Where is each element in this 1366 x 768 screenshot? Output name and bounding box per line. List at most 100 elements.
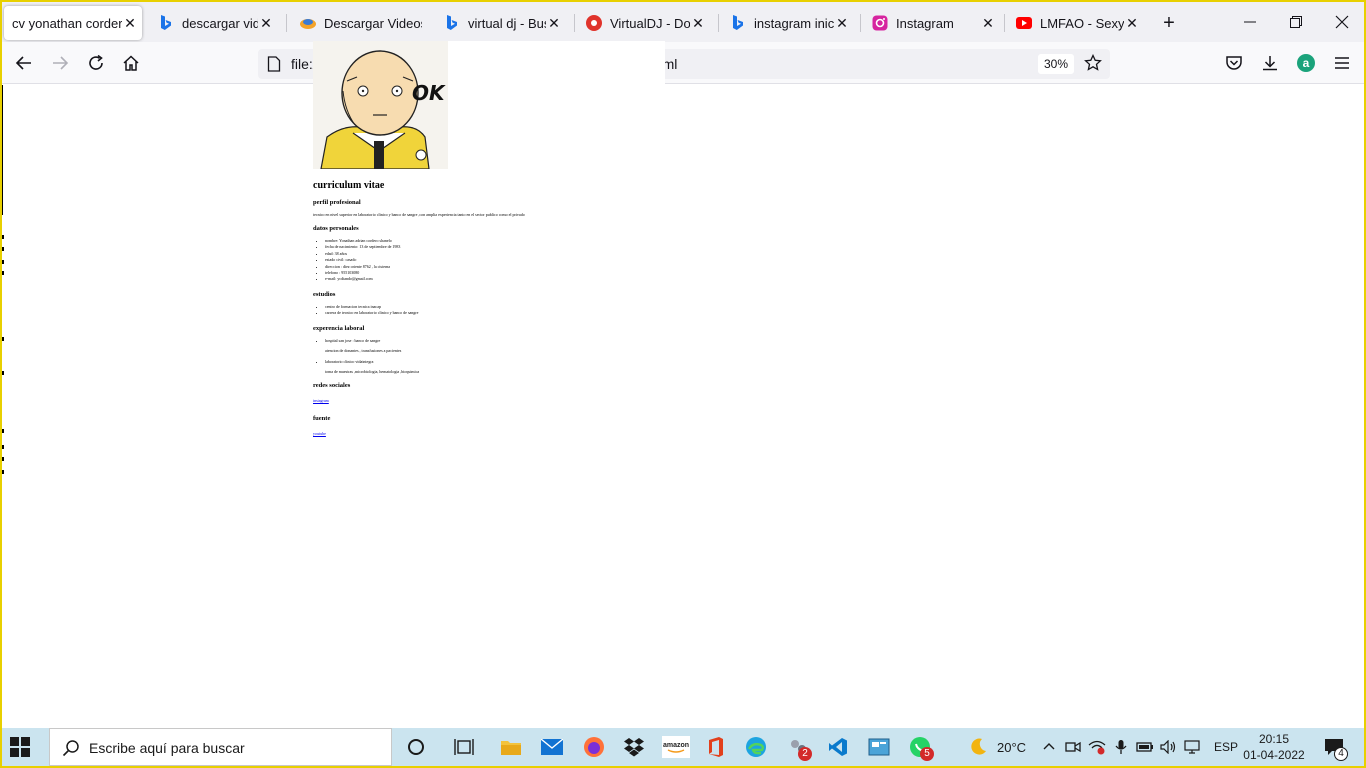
close-icon[interactable]: ✕	[546, 15, 562, 31]
saitama-illustration	[313, 41, 448, 170]
experiencia-list: hospital san jose : banco de sangre	[325, 338, 665, 344]
weather-moon-icon[interactable]	[966, 735, 990, 759]
pocket-icon[interactable]	[1223, 52, 1245, 74]
bing-icon	[730, 15, 746, 31]
tab-cv[interactable]: cv yonathan cordero ✕	[4, 6, 142, 40]
tab-strip: cv yonathan cordero ✕ descargar videos ✕…	[2, 2, 1364, 42]
tab-descargar-videos[interactable]: descargar videos ✕	[152, 6, 278, 40]
experiencia-desc: atencion de donantes , transfusiones a p…	[325, 348, 402, 354]
redes-heading: redes sociales	[313, 382, 351, 390]
close-icon[interactable]: ✕	[258, 15, 274, 31]
network-warning-icon[interactable]	[1088, 735, 1106, 759]
restore-button[interactable]	[1286, 12, 1306, 32]
tab-descargar-videos-2[interactable]: Descargar Videos	[294, 6, 422, 40]
reload-button[interactable]	[85, 52, 107, 74]
task-view-icon[interactable]	[452, 735, 476, 759]
tab-virtual-dj-buscar[interactable]: virtual dj - Buscar ✕	[438, 6, 566, 40]
tab-title: instagram iniciar	[754, 15, 834, 31]
amazon-icon[interactable]: amazon	[662, 735, 690, 759]
office-icon[interactable]	[704, 735, 728, 759]
tab-title: Descargar Videos	[324, 15, 422, 31]
profile-photo: OK	[313, 41, 448, 170]
cv-title: curriculum vitae	[313, 180, 385, 191]
new-tab-button[interactable]: +	[1160, 13, 1178, 33]
edge-icon[interactable]	[744, 735, 768, 759]
virtualdj-icon	[586, 15, 602, 31]
ok-label: OK	[412, 81, 445, 105]
vscode-icon[interactable]	[826, 735, 850, 759]
tab-virtualdj-download[interactable]: VirtualDJ - Download ✕	[580, 6, 710, 40]
volume-icon[interactable]	[1160, 735, 1178, 759]
tab-divider	[1004, 14, 1005, 32]
clock[interactable]: 20:15 01-04-2022	[1242, 731, 1306, 763]
language-indicator[interactable]: ESP	[1214, 740, 1238, 754]
left-edge-marks	[2, 85, 5, 728]
experiencia-list: laboratorio clinico vidaintegra	[325, 359, 665, 365]
whatsapp-icon[interactable]: 5	[908, 735, 934, 761]
tab-title: VirtualDJ - Download	[610, 15, 690, 31]
account-icon[interactable]: a	[1295, 52, 1317, 74]
datos-heading: datos personales	[313, 225, 359, 232]
navigation-toolbar: file:/:ml 30% a	[2, 42, 1364, 84]
meet-now-icon[interactable]	[1064, 735, 1082, 759]
teams-icon[interactable]: 2	[786, 735, 812, 761]
list-item: e-mail: ycdtando@gmail.com	[325, 276, 665, 282]
home-button[interactable]	[120, 52, 142, 74]
back-button[interactable]	[13, 52, 35, 74]
bing-icon	[444, 15, 460, 31]
firefox-icon[interactable]	[582, 735, 606, 759]
close-icon[interactable]: ✕	[690, 15, 706, 31]
list-item: laboratorio clinico vidaintegra	[325, 359, 665, 365]
close-icon[interactable]: ✕	[122, 15, 138, 31]
estudios-heading: estudios	[313, 290, 336, 298]
tab-divider	[718, 14, 719, 32]
cortana-icon[interactable]	[404, 735, 428, 759]
date: 01-04-2022	[1243, 748, 1305, 762]
windows-start-icon[interactable]	[10, 737, 30, 757]
svg-text:amazon: amazon	[663, 742, 689, 749]
bookmark-star-icon[interactable]	[1084, 53, 1102, 77]
temperature[interactable]: 20°C	[997, 740, 1026, 755]
mail-icon[interactable]	[540, 735, 564, 759]
time: 20:15	[1258, 732, 1290, 746]
taskbar-search[interactable]: Escribe aquí para buscar	[49, 728, 392, 766]
youtube-icon	[1016, 15, 1032, 31]
notifications-icon[interactable]: 4	[1322, 735, 1348, 761]
close-icon[interactable]: ✕	[980, 15, 996, 31]
tab-divider	[574, 14, 575, 32]
perfil-text: tecnico en nivel superior en laboratorio…	[313, 212, 525, 217]
estudios-list: centro de formacion tecnica inacap carre…	[325, 304, 665, 317]
dropbox-icon[interactable]	[622, 735, 646, 759]
battery-icon[interactable]	[1136, 735, 1154, 759]
tab-title: LMFAO - Sexy and	[1040, 15, 1124, 31]
menu-icon[interactable]	[1331, 52, 1353, 74]
forward-button[interactable]	[49, 52, 71, 74]
instagram-link[interactable]: instagram	[313, 398, 329, 403]
bing-icon	[158, 15, 174, 31]
tab-instagram-iniciar[interactable]: instagram iniciar ✕	[724, 6, 854, 40]
page-viewport	[2, 85, 1364, 728]
close-icon[interactable]: ✕	[834, 15, 850, 31]
tab-divider	[860, 14, 861, 32]
zoom-level[interactable]: 30%	[1038, 54, 1075, 74]
tab-title: virtual dj - Buscar	[468, 15, 546, 31]
display-icon[interactable]	[1184, 735, 1202, 759]
experiencia-desc: toma de muestras ,microbiologia, hematol…	[325, 369, 420, 375]
microphone-icon[interactable]	[1112, 735, 1130, 759]
youtube-link[interactable]: youtube	[313, 431, 326, 436]
search-icon	[62, 739, 80, 762]
instagram-icon	[872, 15, 888, 31]
downloads-icon[interactable]	[1259, 52, 1281, 74]
tab-title: cv yonathan cordero	[12, 15, 122, 31]
tab-instagram[interactable]: Instagram ✕	[866, 6, 1000, 40]
control-panel-icon[interactable]	[867, 735, 891, 759]
minimize-button[interactable]	[1240, 12, 1260, 32]
close-icon[interactable]: ✕	[1124, 15, 1140, 31]
file-explorer-icon[interactable]	[499, 735, 523, 759]
chevron-up-icon[interactable]	[1040, 735, 1058, 759]
experiencia-heading: experencia laboral	[313, 324, 365, 332]
close-window-button[interactable]	[1332, 12, 1352, 32]
list-item: carrera de tecnico en laboratorio clinic…	[325, 310, 665, 316]
tab-lmfao[interactable]: LMFAO - Sexy and ✕	[1010, 6, 1144, 40]
list-item: hospital san jose : banco de sangre	[325, 338, 665, 344]
